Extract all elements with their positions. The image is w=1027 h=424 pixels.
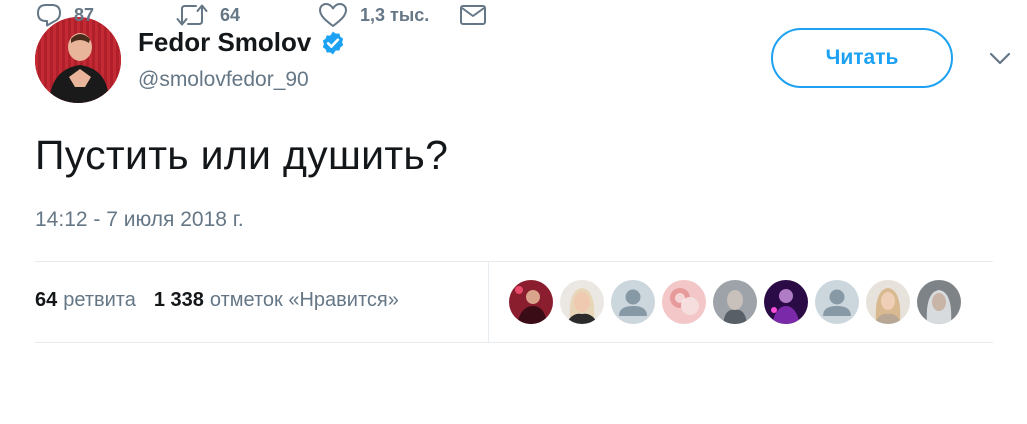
- tweet-text: Пустить или душить?: [35, 132, 449, 178]
- liker-avatar[interactable]: [713, 280, 757, 324]
- user-avatar-photo-icon: [917, 280, 961, 324]
- likes-count: 1 338: [153, 289, 204, 311]
- user-avatar-photo-icon: [713, 280, 757, 324]
- liker-avatar[interactable]: [866, 280, 910, 324]
- retweets-stat[interactable]: 64 ретвита: [35, 289, 136, 312]
- direct-message-button[interactable]: [458, 0, 488, 30]
- display-name[interactable]: Fedor Smolov: [138, 27, 346, 58]
- liker-avatar[interactable]: [509, 280, 553, 324]
- liker-avatar[interactable]: [560, 280, 604, 324]
- reply-button[interactable]: 87: [35, 0, 94, 30]
- user-avatar-photo-icon: [509, 280, 553, 324]
- likes-stat[interactable]: 1 338 отметок «Нравится»: [154, 289, 399, 312]
- verified-badge-icon: [323, 31, 344, 54]
- divider: [35, 261, 993, 262]
- divider: [488, 262, 489, 342]
- retweets-count: 64: [35, 289, 58, 311]
- divider: [35, 342, 993, 343]
- liker-avatar[interactable]: [611, 280, 655, 324]
- liker-avatar[interactable]: [662, 280, 706, 324]
- retweets-label: ретвита: [63, 289, 136, 311]
- user-avatar-photo-icon: [662, 280, 706, 324]
- liker-avatar[interactable]: [815, 280, 859, 324]
- reply-icon: [35, 2, 63, 28]
- tweet-stats: 64 ретвита 1 338 отметок «Нравится»: [35, 289, 399, 312]
- heart-icon: [317, 1, 349, 29]
- follow-button[interactable]: Читать: [771, 28, 953, 88]
- default-avatar-icon: [815, 280, 859, 324]
- reply-count: 87: [74, 4, 95, 25]
- user-avatar-photo-icon: [560, 280, 604, 324]
- retweet-icon: [175, 2, 209, 28]
- like-count: 1,3 тыс.: [360, 4, 430, 25]
- likes-label: отметок «Нравится»: [209, 289, 399, 311]
- tweet-timestamp[interactable]: 14:12 - 7 июля 2018 г.: [35, 208, 244, 232]
- retweet-button[interactable]: 64: [175, 0, 240, 30]
- likers-list: [509, 280, 968, 324]
- display-name-text: Fedor Smolov: [138, 27, 312, 57]
- like-button[interactable]: 1,3 тыс.: [317, 0, 429, 30]
- user-avatar-photo-icon: [764, 280, 808, 324]
- envelope-icon: [458, 3, 488, 27]
- liker-avatar[interactable]: [764, 280, 808, 324]
- user-handle[interactable]: @smolovfedor_90: [138, 68, 309, 92]
- chevron-down-icon[interactable]: [989, 52, 1011, 66]
- default-avatar-icon: [611, 280, 655, 324]
- liker-avatar[interactable]: [917, 280, 961, 324]
- user-avatar-photo-icon: [866, 280, 910, 324]
- retweet-count: 64: [220, 4, 241, 25]
